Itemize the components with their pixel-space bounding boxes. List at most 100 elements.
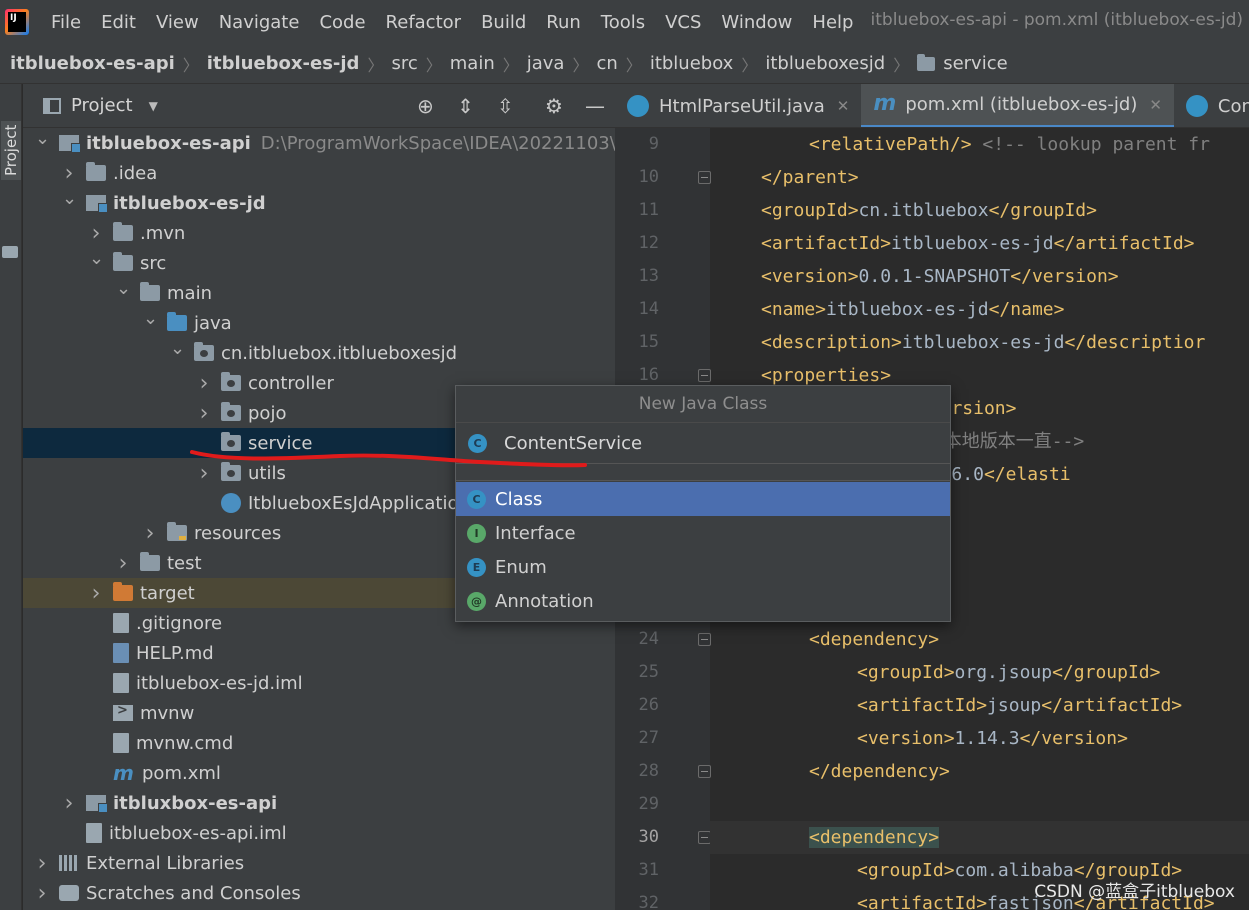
tree-item[interactable]: ›itbluebox-es-api.iml xyxy=(23,818,615,848)
tree-item-label: test xyxy=(167,552,202,574)
tree-item[interactable]: › .mvn xyxy=(23,218,615,248)
chevron-right-icon[interactable]: › xyxy=(89,581,103,606)
tree-item[interactable]: ⌄ main xyxy=(23,278,615,308)
menu-edit[interactable]: Edit xyxy=(101,12,136,33)
tree-item[interactable]: ⌄ itbluebox-es-api D:\ProgramWorkSpace\IDE… xyxy=(23,128,639,158)
breadcrumb-item[interactable]: itbluebox-es-jd xyxy=(207,53,360,74)
close-icon[interactable]: ✕ xyxy=(837,97,850,115)
code-token: 1.14.3 xyxy=(954,728,1020,749)
chevron-right-icon[interactable]: › xyxy=(197,371,211,396)
tree-item[interactable]: › External Libraries xyxy=(23,848,615,878)
tree-item[interactable]: ⌄ src xyxy=(23,248,615,278)
breadcrumb-item[interactable]: cn xyxy=(596,53,617,74)
chevron-right-icon[interactable]: › xyxy=(35,881,49,906)
breadcrumb-item[interactable]: main xyxy=(450,53,495,74)
line-number: 11 xyxy=(638,200,659,220)
code-token: </groupId> xyxy=(1052,662,1161,683)
minimize-icon[interactable]: — xyxy=(585,96,605,116)
locate-target-icon[interactable]: ⊕ xyxy=(417,96,434,116)
chevron-down-icon[interactable]: ▼ xyxy=(149,99,158,113)
tree-item[interactable]: ›mvnw xyxy=(23,698,615,728)
class-name-input[interactable]: C ContentService xyxy=(456,424,950,464)
menu-file[interactable]: File xyxy=(51,12,81,33)
chevron-right-icon[interactable]: › xyxy=(89,221,103,246)
project-tool-button[interactable]: Project xyxy=(1,120,21,180)
tree-item-label: controller xyxy=(248,372,334,394)
editor-tab[interactable]: Conter xyxy=(1174,84,1249,127)
chevron-right-icon[interactable]: › xyxy=(35,851,49,876)
chevron-down-icon[interactable]: ⌄ xyxy=(89,250,104,268)
chevron-right-icon[interactable]: › xyxy=(197,461,211,486)
menu-build[interactable]: Build xyxy=(481,12,526,33)
chevron-down-icon[interactable]: ⌄ xyxy=(143,310,158,328)
tree-item[interactable]: ›mvnw.cmd xyxy=(23,728,615,758)
project-panel-title[interactable]: Project xyxy=(71,95,133,116)
class-kind-option[interactable]: @ Annotation xyxy=(456,584,950,618)
tree-item[interactable]: ›HELP.md xyxy=(23,638,615,668)
folder-icon[interactable] xyxy=(2,246,18,258)
menu-refactor[interactable]: Refactor xyxy=(386,12,462,33)
menu-code[interactable]: Code xyxy=(319,12,365,33)
tree-item-label: cn.itbluebox.itblueboxesjd xyxy=(221,342,458,364)
chevron-right-icon[interactable]: › xyxy=(116,551,130,576)
menu-window[interactable]: Window xyxy=(721,12,792,33)
module-icon xyxy=(59,135,81,153)
menu-run[interactable]: Run xyxy=(546,12,581,33)
class-kind-option[interactable]: E Enum xyxy=(456,550,950,584)
code-token: <!-- lookup parent fr xyxy=(971,134,1210,155)
tree-item[interactable]: ›mpom.xml xyxy=(23,758,615,788)
file-icon xyxy=(86,823,102,843)
tree-item-label: itbluebox-es-jd.iml xyxy=(136,672,303,694)
tree-item[interactable]: ⌄ cn.itbluebox.itblueboxesjd xyxy=(23,338,615,368)
class-name-value[interactable]: ContentService xyxy=(504,433,642,454)
tree-item[interactable]: ›itbluebox-es-jd.iml xyxy=(23,668,615,698)
code-token: <dependency> xyxy=(809,629,940,650)
breadcrumb-item[interactable]: java xyxy=(527,53,565,74)
code-token: </version> xyxy=(1010,266,1119,287)
breadcrumb-item[interactable]: src xyxy=(391,53,417,74)
close-icon[interactable]: ✕ xyxy=(1149,96,1162,114)
tree-item-label: target xyxy=(140,582,195,604)
menu-tools[interactable]: Tools xyxy=(601,12,645,33)
code-token: itbluebox-es-jd xyxy=(826,299,989,320)
tree-item[interactable]: › Scratches and Consoles xyxy=(23,878,615,908)
popup-title: New Java Class xyxy=(456,386,950,423)
breadcrumb-item[interactable]: service xyxy=(943,53,1007,74)
tree-item[interactable]: › itbluxbox-es-api xyxy=(23,788,615,818)
chevron-right-icon: 〉 xyxy=(425,55,442,75)
enum-icon: E xyxy=(467,557,486,577)
code-token: <artifactId> xyxy=(857,893,988,910)
breadcrumb-item[interactable]: itblueboxesjd xyxy=(765,53,885,74)
menu-vcs[interactable]: VCS xyxy=(665,12,701,33)
class-kind-option[interactable]: C Class xyxy=(456,482,950,516)
code-line: <groupId>cn.itbluebox</groupId> xyxy=(710,194,1249,227)
tree-item[interactable]: ⌄ java xyxy=(23,308,615,338)
chevron-down-icon[interactable]: ⌄ xyxy=(170,340,185,358)
collapse-all-icon[interactable]: ⇳ xyxy=(497,96,514,116)
class-kind-option[interactable]: I Interface xyxy=(456,516,950,550)
chevron-right-icon[interactable]: › xyxy=(62,161,76,186)
code-token: <name> xyxy=(761,299,827,320)
code-token: <groupId> xyxy=(761,200,859,221)
module-icon xyxy=(86,195,108,213)
menu-navigate[interactable]: Navigate xyxy=(219,12,300,33)
chevron-right-icon[interactable]: › xyxy=(143,521,157,546)
chevron-down-icon[interactable]: ⌄ xyxy=(116,280,131,298)
chevron-down-icon[interactable]: ⌄ xyxy=(35,130,50,148)
tree-item-label: .idea xyxy=(113,162,158,184)
gear-icon[interactable]: ⚙ xyxy=(545,96,563,116)
menu-view[interactable]: View xyxy=(156,12,199,33)
chevron-right-icon[interactable]: › xyxy=(62,791,76,816)
chevron-down-icon[interactable]: ⌄ xyxy=(62,190,77,208)
editor-tab[interactable]: HtmlParseUtil.java ✕ xyxy=(615,84,861,127)
expand-all-icon[interactable]: ⇕ xyxy=(457,96,474,116)
editor-tab[interactable]: m pom.xml (itbluebox-es-jd) ✕ xyxy=(861,84,1174,127)
breadcrumb-item[interactable]: itbluebox xyxy=(650,53,734,74)
tree-item[interactable]: › .idea xyxy=(23,158,615,188)
tree-item[interactable]: ⌄ itbluebox-es-jd xyxy=(23,188,615,218)
chevron-right-icon[interactable]: › xyxy=(197,401,211,426)
breadcrumb-item[interactable]: itbluebox-es-api xyxy=(10,53,175,74)
code-line: <artifactId>jsoup</artifactId> xyxy=(710,689,1249,722)
line-number: 10 xyxy=(638,167,659,187)
menu-help[interactable]: Help xyxy=(812,12,853,33)
